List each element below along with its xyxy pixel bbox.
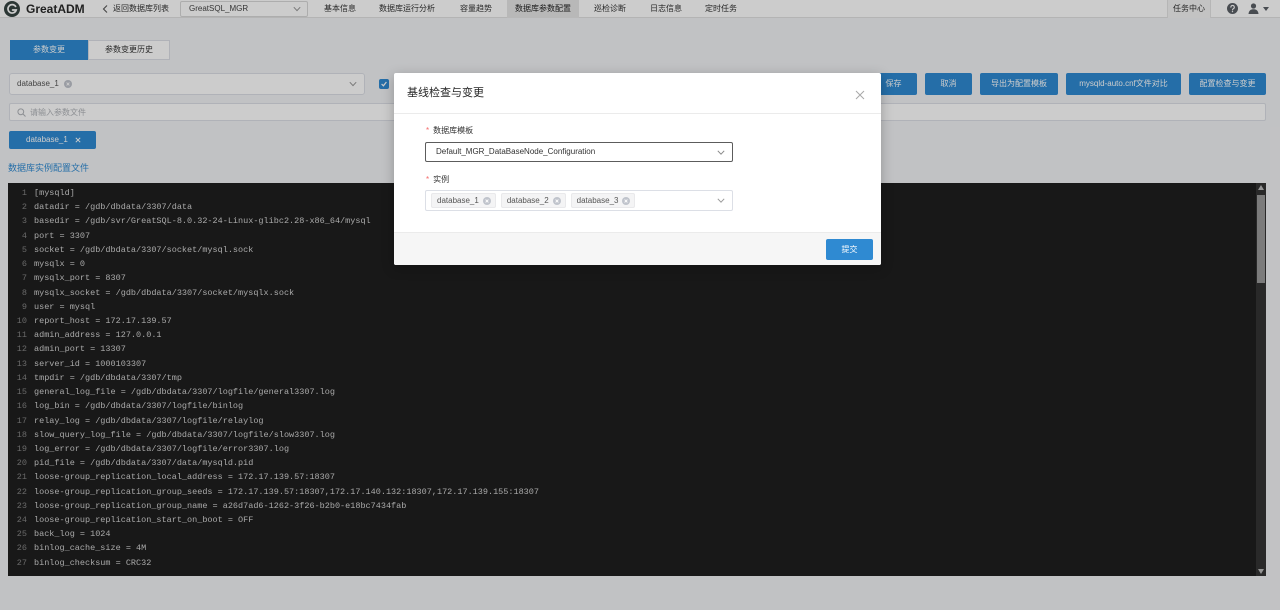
instance-tag-label: database_1	[437, 196, 479, 205]
template-field-label: * 数据库模板	[426, 126, 473, 136]
chevron-down-icon	[717, 198, 725, 203]
required-mark: *	[426, 175, 430, 184]
close-icon[interactable]	[855, 90, 865, 100]
template-label-text: 数据库模板	[433, 126, 474, 135]
template-select-value: Default_MGR_DataBaseNode_Configuration	[436, 147, 596, 156]
dialog-header: 基线检查与变更	[394, 73, 881, 114]
instances-multi-select[interactable]: database_1 database_2 database_3	[425, 190, 733, 211]
instance-tag: database_3	[570, 193, 636, 208]
chevron-down-icon	[717, 150, 725, 155]
instance-tag-label: database_3	[576, 196, 619, 205]
required-mark: *	[426, 126, 430, 135]
submit-button[interactable]: 提交	[826, 239, 873, 260]
dialog-footer: 提交	[394, 232, 881, 265]
dialog-title: 基线检查与变更	[407, 87, 484, 99]
instance-tag: database_2	[500, 193, 566, 208]
template-select[interactable]: Default_MGR_DataBaseNode_Configuration	[425, 142, 733, 162]
baseline-check-dialog: 基线检查与变更 * 数据库模板 Default_MGR_DataBaseNode_…	[394, 73, 881, 265]
instances-label-text: 实例	[433, 175, 450, 184]
selected-instance-tags: database_1 database_2 database_3	[431, 193, 636, 208]
close-circle-icon[interactable]	[482, 196, 491, 205]
close-circle-icon[interactable]	[622, 196, 631, 205]
close-circle-icon[interactable]	[552, 196, 561, 205]
instance-tag: database_1	[431, 193, 496, 208]
instances-field-label: * 实例	[426, 175, 449, 185]
instance-tag-label: database_2	[506, 196, 549, 205]
